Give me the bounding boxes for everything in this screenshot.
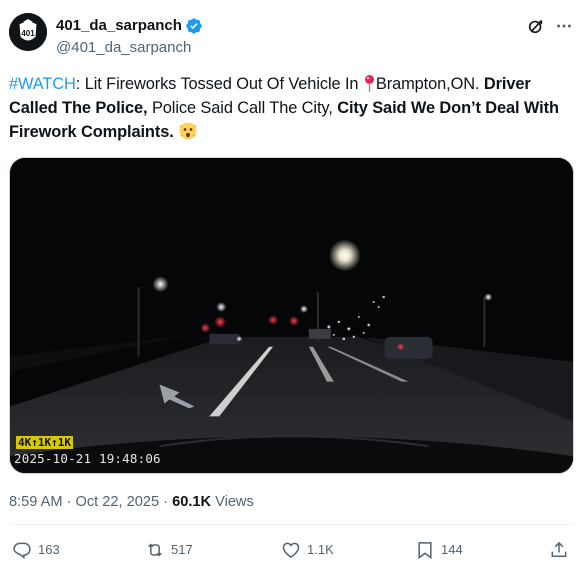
- meta-separator: ·: [62, 494, 76, 510]
- like-button[interactable]: 1.1K: [281, 540, 334, 560]
- meta-separator: ·: [159, 494, 173, 510]
- dashcam-video-frame: [10, 158, 573, 473]
- display-name[interactable]: 401_da_sarpanch: [56, 16, 182, 36]
- divider: [9, 524, 574, 525]
- post-meta: 8:59 AM · Oct 22, 2025 · 60.1K Views: [9, 492, 254, 512]
- verified-badge-icon: [186, 18, 202, 34]
- like-icon: [282, 542, 300, 558]
- share-button[interactable]: [549, 540, 569, 560]
- avatar-text: 401: [21, 29, 35, 38]
- reply-button[interactable]: 163: [12, 540, 60, 560]
- views-label: Views: [211, 494, 254, 510]
- video-media[interactable]: 4K↑1K↑1K 2025-10-21 19:48:06: [9, 157, 574, 474]
- more-icon[interactable]: [554, 16, 574, 36]
- post-time[interactable]: 8:59 AM: [9, 494, 63, 510]
- repost-icon: [148, 543, 162, 557]
- video-quality-badge: 4K↑1K↑1K: [16, 436, 73, 449]
- repost-count: 517: [171, 542, 193, 557]
- tweet-text-part1: : Lit Fireworks Tossed Out Of Vehicle In: [75, 75, 363, 93]
- tweet-text-part2: Police Said Call The City,: [147, 99, 338, 117]
- post-date[interactable]: Oct 22, 2025: [76, 494, 160, 510]
- tweet-location: Brampton,ON.: [375, 75, 484, 93]
- like-count: 1.1K: [307, 542, 334, 557]
- location-pin-icon: [364, 75, 374, 92]
- reply-count: 163: [38, 542, 60, 557]
- tweet-text: #WATCH: Lit Fireworks Tossed Out Of Vehi…: [9, 72, 577, 144]
- share-icon: [551, 541, 567, 557]
- reply-icon: [13, 542, 31, 560]
- user-handle[interactable]: @401_da_sarpanch: [56, 38, 191, 58]
- video-timestamp: 2025-10-21 19:48:06: [14, 451, 161, 466]
- grok-icon[interactable]: [526, 16, 546, 36]
- name-row: 401_da_sarpanch: [56, 16, 203, 36]
- avatar[interactable]: 401: [9, 13, 47, 51]
- tweet-card: 401 401_da_sarpanch @401_da_sarpanch #WA…: [0, 0, 583, 562]
- views-count[interactable]: 60.1K: [172, 494, 211, 510]
- bookmark-count: 144: [441, 542, 463, 557]
- hashtag-link[interactable]: #WATCH: [9, 75, 76, 93]
- highway-shield-logo: 401: [9, 13, 47, 51]
- astonished-face-emoji: [179, 122, 197, 140]
- bookmark-button[interactable]: 144: [415, 540, 463, 560]
- repost-button[interactable]: 517: [145, 540, 193, 560]
- bookmark-icon: [418, 542, 432, 559]
